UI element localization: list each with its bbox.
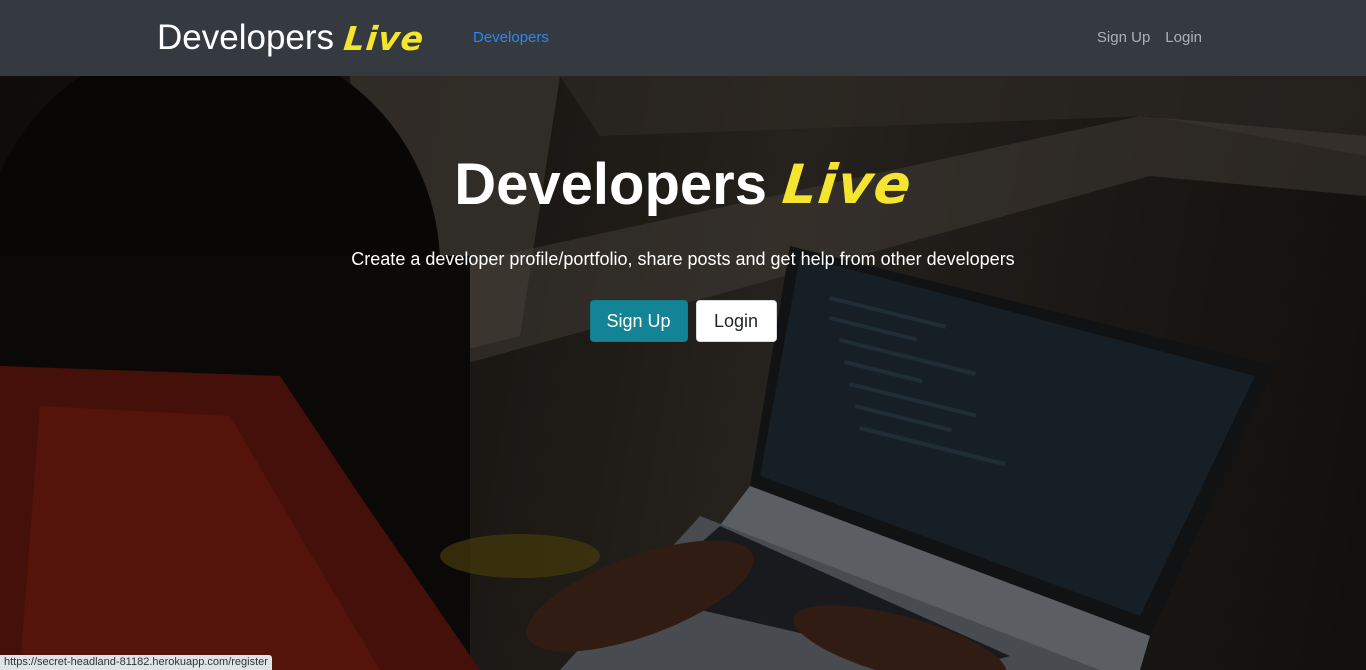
nav-auth-links: Sign Up Login (1097, 29, 1202, 46)
nav-login-link[interactable]: Login (1165, 29, 1202, 46)
hero-title-main: Developers (454, 151, 767, 217)
hero-button-group: Sign Up Login (0, 300, 1366, 342)
brand-name: Developers (157, 18, 335, 57)
hero-title-accent: Live (779, 152, 916, 216)
brand-accent: Live (341, 18, 427, 58)
navbar: Developers Live Developers Sign Up Login (0, 0, 1366, 76)
status-bar-url: https://secret-headland-81182.herokuapp.… (0, 655, 272, 670)
login-button[interactable]: Login (695, 300, 777, 342)
hero-title: Developers Live (0, 151, 1366, 217)
nav-developers-link[interactable]: Developers (473, 29, 549, 46)
hero-section: Developers Live Create a developer profi… (0, 76, 1366, 342)
brand-logo-link[interactable]: Developers Live (157, 15, 427, 61)
nav-signup-link[interactable]: Sign Up (1097, 29, 1150, 46)
signup-button[interactable]: Sign Up (589, 300, 688, 342)
hero-subtitle: Create a developer profile/portfolio, sh… (351, 249, 1015, 269)
